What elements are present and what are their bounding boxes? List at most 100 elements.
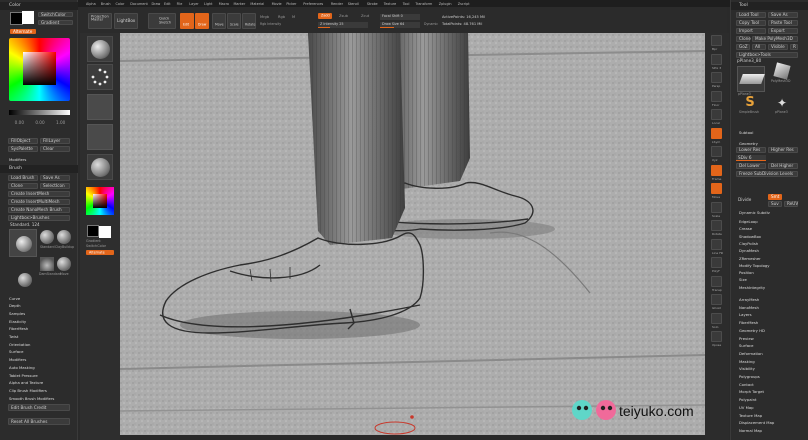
clear-button[interactable]: Clear [40,146,70,152]
menu-item[interactable]: Render [331,2,343,6]
side-icon-xyz[interactable]: Xyz [711,146,722,162]
create-insertmesh-button[interactable]: Create InsertMesh [8,191,70,197]
divide-label[interactable]: Divide [738,197,751,202]
geometry-subheader[interactable]: Geometry [737,139,805,147]
secondary-color-swatch[interactable] [22,11,34,24]
brush-subsection[interactable]: Orientation [2,340,75,347]
menu-item[interactable]: Material [250,2,264,6]
menu-item[interactable]: Preferences [303,2,323,6]
side-icon-lsym[interactable]: LSym [711,127,722,143]
brush-subsection[interactable]: FiberMesh [2,325,75,332]
sys-palette-button[interactable]: SysPalette [8,146,38,152]
menu-item[interactable]: Document [130,2,148,6]
tool-subsection[interactable]: Normal Map [737,426,805,434]
subtool-subheader[interactable]: Subtool [737,128,805,136]
simplebrush-tool-icon[interactable]: S [743,96,757,110]
del-higher-button[interactable]: Del Higher [768,163,798,169]
brush-subsection[interactable]: Auto Masking [2,363,75,370]
paste-tool-button[interactable]: Paste Tool [768,20,798,26]
fill-layer-button[interactable]: FillLayer [40,138,70,144]
menu-item[interactable]: Stroke [367,2,378,6]
current-brush-thumbnail[interactable] [9,229,37,257]
side-icon-local[interactable]: Local [711,109,722,125]
lightbox-button[interactable]: LightBox [114,13,138,29]
brush-shelf-icon[interactable] [87,36,113,62]
brush-thumb-move[interactable] [57,257,71,271]
brush-subsection[interactable]: Smooth Brush Modifiers [2,394,75,401]
tool-clone-button[interactable]: Clone [736,36,751,42]
side-icon-scale[interactable]: Scale [711,201,722,217]
brush-thumb-claybuildup[interactable] [57,230,71,244]
menu-item[interactable]: Draw [151,2,160,6]
menu-item[interactable]: Edit [164,2,171,6]
side-icon-xpose[interactable]: Xpose [711,331,722,347]
color-picker[interactable] [9,38,70,101]
menu-item[interactable]: Color [116,2,125,6]
menu-item[interactable]: Light [204,2,212,6]
tool-save-as-button[interactable]: Save As [768,12,798,18]
color-panel-header[interactable]: Color [0,2,78,10]
freeze-subdiv-button[interactable]: Freeze SubDivision Levels [736,171,798,177]
edit-button[interactable]: Edit [180,13,194,29]
menu-item[interactable]: Marker [234,2,246,6]
create-multimesh-button[interactable]: Create InsertMultiMesh [8,199,70,205]
side-icon-bpr[interactable]: Bpr [711,35,722,51]
m-label[interactable]: M [292,15,295,20]
brush-save-as-button[interactable]: Save As [40,175,70,181]
draw-button[interactable]: Draw [195,13,209,29]
shelf-saturation-box[interactable] [93,194,107,208]
menu-item[interactable]: Alpha [86,2,96,6]
draw-size-slider[interactable]: Draw Size 64 [380,22,420,28]
menu-item[interactable]: Transform [415,2,432,6]
gradient-button[interactable]: Gradient [38,20,73,25]
suv-button[interactable]: Suv [768,201,782,207]
quick-sketch-button[interactable]: Quick Sketch [148,13,176,29]
menu-item[interactable]: Zplugin [439,2,452,6]
move-button[interactable]: Move [212,13,226,29]
r-button[interactable]: R [790,44,798,50]
select-icon-button[interactable]: SelectIcon [40,183,70,189]
color-slider[interactable] [9,110,70,115]
brush-subsection[interactable]: Elasticity [2,317,75,324]
lightbox-brushes-button[interactable]: Lightbox>Brushes [8,215,70,221]
z-intensity-slider[interactable]: Z Intensity 25 [318,22,368,28]
brush-subsection[interactable]: Twist [2,333,75,340]
current-tool-thumbnail[interactable] [737,66,765,92]
reset-all-brushes-button[interactable]: Reset All Brushes [8,418,70,425]
menu-item[interactable]: Brush [101,2,111,6]
side-icon-move[interactable]: Move [711,183,722,199]
side-icon-polyf[interactable]: PolyF [711,257,722,273]
brush-subsection[interactable]: Modifiers [2,356,75,363]
side-icon-frame[interactable]: Frame [711,164,722,180]
brush-subsection[interactable]: Tablet Pressure [2,371,75,378]
side-icon-persp[interactable]: Persp [711,72,722,88]
shelf-secondary-color[interactable] [99,226,111,238]
stroke-shelf-icon[interactable] [87,64,113,90]
zsub-label[interactable]: Zsub [339,14,348,19]
smt-button[interactable]: Smt [768,194,782,200]
modifiers-subheader[interactable]: Modifiers [2,155,75,162]
menu-item[interactable]: Texture [384,2,396,6]
edit-brush-credit-button[interactable]: Edit Brush Credit [8,404,70,411]
side-icon-spix-3[interactable]: SPix 3 [711,53,722,69]
menu-item[interactable]: Picker [286,2,296,6]
brush-thumb-damstandard[interactable] [40,257,54,271]
rgb-label[interactable]: Rgb [278,15,285,20]
alternate-button[interactable]: Alternate [10,29,36,34]
dynamic-subdiv-subheader[interactable]: Dynamic Subdiv [737,208,805,216]
side-icon-transp[interactable]: Transp [711,275,722,291]
make-polymesh-button[interactable]: Make PolyMesh3D [752,36,798,42]
dynamic-label[interactable]: Dynamic [424,22,438,26]
polymesh-tool-icon[interactable] [773,62,791,80]
fill-object-button[interactable]: FillObject [8,138,38,144]
geometry-subsection[interactable]: MeshIntegrity [737,283,805,291]
menu-item[interactable]: File [177,2,183,6]
mrgb-label[interactable]: Mrgb [260,15,269,20]
export-button[interactable]: Export [768,28,798,34]
rotate-button[interactable]: Rotate [242,13,256,29]
del-lower-button[interactable]: Del Lower [736,163,766,169]
scale-button[interactable]: Scale [227,13,241,29]
zcut-label[interactable]: Zcut [361,14,369,19]
menu-item[interactable]: Macro [219,2,229,6]
brush-subsection[interactable]: Alpha and Texture [2,379,75,386]
